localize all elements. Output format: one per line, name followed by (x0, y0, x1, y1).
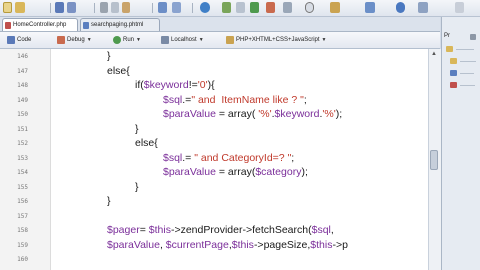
line-number-gutter: 146 147 148 149 150 151 152 153 154 155 … (0, 49, 51, 270)
code-line: } (107, 50, 111, 62)
language-icon (226, 36, 234, 44)
editor-toolbar: Code Debug ▼ Run ▼ Localhost ▼ PHP+XHTML+CS… (0, 32, 440, 49)
extra-icon[interactable] (455, 2, 464, 13)
line-number: 151 (17, 126, 28, 133)
code-line: $paraValue, $currentPage,$this->pageSize… (107, 239, 348, 251)
line-number: 155 (17, 184, 28, 191)
project-tree-row[interactable] (443, 46, 479, 54)
find-replace-icon[interactable] (330, 2, 340, 13)
tab-label: HomeController.php (13, 22, 67, 28)
tab-bar: HomeController.php searchpaging.phtml (0, 17, 440, 32)
code-line: } (135, 181, 139, 193)
build-icon[interactable] (236, 2, 245, 13)
code-line: $sql.=" and ItemName like ? "; (163, 94, 307, 106)
copy-icon[interactable] (111, 2, 119, 13)
toolbar-separator (50, 3, 51, 13)
project-tree-row[interactable] (443, 58, 479, 66)
project-panel (441, 17, 480, 270)
tree-label (460, 61, 476, 62)
save-icon[interactable] (55, 2, 64, 13)
toolbar-separator (152, 3, 153, 13)
code-line: else{ (135, 137, 158, 149)
code-line: } (135, 123, 139, 135)
code-editor[interactable]: } else{ if($keyword!='0'){ $sql.=" and I… (51, 49, 428, 270)
code-line: $paraValue = array( '%'.$keyword.'%'); (163, 108, 343, 120)
tab-searchpaging[interactable]: searchpaging.phtml (80, 18, 160, 31)
debug-icon (57, 36, 65, 44)
file-icon (450, 82, 457, 88)
cut-icon[interactable] (100, 2, 108, 13)
code-line: else{ (107, 65, 130, 77)
scroll-up-arrow[interactable]: ▲ (430, 50, 438, 58)
line-number: 150 (17, 111, 28, 118)
view-icon[interactable] (158, 2, 167, 13)
line-number: 156 (17, 198, 28, 205)
chevron-down-icon: ▼ (321, 37, 327, 43)
line-number: 147 (17, 68, 28, 75)
project-tree-row[interactable] (443, 70, 479, 78)
tree-label (460, 73, 474, 74)
code-line: $pager= $this->zendProvider->fetchSearch… (107, 224, 334, 236)
debug-icon[interactable] (222, 2, 231, 13)
folder-icon (450, 58, 457, 64)
code-line: $paraValue = array($category); (163, 166, 308, 178)
layout-icon[interactable] (172, 2, 181, 13)
code-icon (7, 36, 15, 44)
run-icon (113, 36, 121, 44)
run-dropdown[interactable]: Run ▼ (112, 34, 148, 46)
tab-label: searchpaging.phtml (91, 22, 144, 28)
toolbar-separator (94, 3, 95, 13)
code-line: if($keyword!='0'){ (135, 79, 215, 91)
chevron-down-icon: ▼ (136, 37, 141, 43)
main-toolbar (0, 0, 480, 17)
panel-close-icon[interactable] (470, 34, 476, 40)
help-icon[interactable] (396, 2, 405, 13)
line-number: 146 (17, 53, 28, 60)
phtml-file-icon (83, 22, 89, 29)
ide-window: HomeController.php searchpaging.phtml Co… (0, 0, 480, 270)
open-folder-icon[interactable] (15, 2, 25, 13)
line-number: 158 (17, 227, 28, 234)
line-number: 153 (17, 155, 28, 162)
code-line: } (107, 195, 111, 207)
tab-homecontroller[interactable]: HomeController.php (2, 18, 78, 31)
tree-label (460, 85, 475, 86)
server-dropdown[interactable]: Localhost ▼ (160, 34, 212, 46)
paste-icon[interactable] (122, 2, 130, 13)
server-icon (161, 36, 169, 44)
file-icon (450, 70, 457, 76)
php-file-icon (5, 22, 11, 29)
toolbar-separator (192, 3, 193, 13)
chevron-down-icon: ▼ (86, 37, 92, 43)
globe-icon[interactable] (200, 2, 210, 13)
folder-icon (446, 46, 453, 52)
save-all-icon[interactable] (67, 2, 76, 13)
project-tree-row[interactable] (443, 82, 479, 90)
line-number: 152 (17, 140, 28, 147)
debug-dropdown[interactable]: Debug ▼ (56, 34, 100, 46)
line-number: 157 (17, 213, 28, 220)
tree-label (456, 49, 474, 50)
line-number: 160 (17, 256, 28, 263)
code-view-button[interactable]: Code (6, 34, 42, 46)
tag-icon[interactable] (365, 2, 375, 13)
line-number: 148 (17, 82, 28, 89)
run-icon[interactable] (250, 2, 259, 13)
window-icon[interactable] (418, 2, 428, 13)
project-panel-title: Pr (444, 33, 450, 39)
settings-icon[interactable] (283, 2, 292, 13)
line-number: 159 (17, 242, 28, 249)
line-number: 149 (17, 97, 28, 104)
chevron-down-icon: ▼ (198, 37, 204, 43)
new-file-icon[interactable] (3, 2, 12, 13)
tools-icon[interactable] (266, 2, 275, 13)
scrollbar-thumb[interactable] (430, 150, 438, 170)
line-number: 154 (17, 169, 28, 176)
search-icon[interactable] (305, 2, 314, 13)
language-dropdown[interactable]: PHP+XHTML+CSS+JavaScript ▼ (225, 34, 330, 46)
code-line: $sql.= " and CategoryId=? "; (163, 152, 295, 164)
